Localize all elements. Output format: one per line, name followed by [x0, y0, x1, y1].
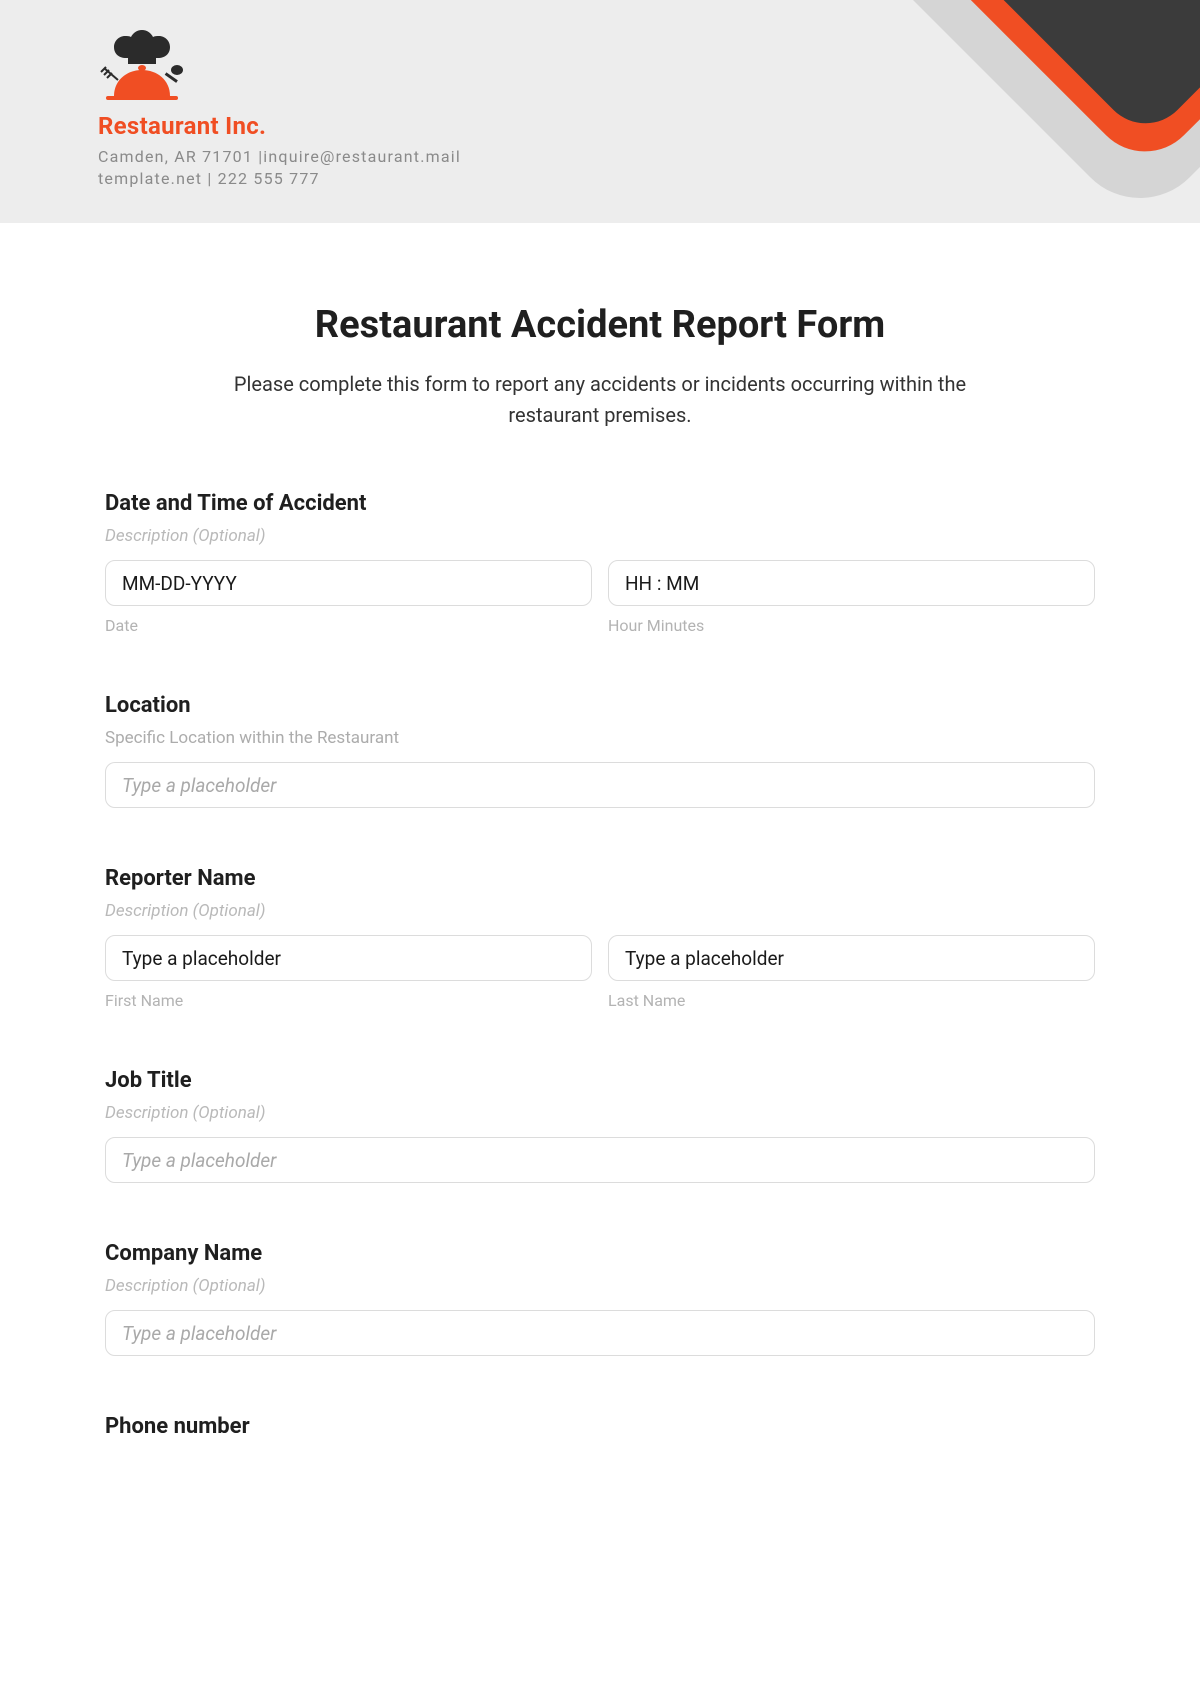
jobtitle-desc: Description (Optional) — [105, 1103, 1095, 1123]
jobtitle-input[interactable] — [105, 1137, 1095, 1183]
section-company: Company Name Description (Optional) — [105, 1241, 1095, 1356]
first-name-input[interactable] — [105, 935, 592, 981]
reporter-desc: Description (Optional) — [105, 901, 1095, 921]
form-intro: Please complete this form to report any … — [220, 369, 980, 431]
company-desc: Description (Optional) — [105, 1276, 1095, 1296]
date-input[interactable] — [105, 560, 592, 606]
reporter-label: Reporter Name — [105, 866, 1095, 891]
section-phone: Phone number — [105, 1414, 1095, 1439]
jobtitle-label: Job Title — [105, 1068, 1095, 1093]
company-address: Camden, AR 71701 |inquire@restaurant.mai… — [98, 146, 461, 168]
time-input[interactable] — [608, 560, 1095, 606]
location-label: Location — [105, 693, 1095, 718]
form-title: Restaurant Accident Report Form — [105, 303, 1095, 347]
section-location: Location Specific Location within the Re… — [105, 693, 1095, 808]
branding: Restaurant Inc. Camden, AR 71701 |inquir… — [98, 28, 461, 191]
time-sublabel: Hour Minutes — [608, 616, 1095, 635]
form-container: Restaurant Accident Report Form Please c… — [0, 223, 1200, 1439]
company-contact: template.net | 222 555 777 — [98, 168, 461, 190]
location-desc: Specific Location within the Restaurant — [105, 728, 1095, 748]
company-input[interactable] — [105, 1310, 1095, 1356]
last-name-input[interactable] — [608, 935, 1095, 981]
first-name-sublabel: First Name — [105, 991, 592, 1010]
location-input[interactable] — [105, 762, 1095, 808]
company-name: Restaurant Inc. — [98, 112, 461, 140]
datetime-desc: Description (Optional) — [105, 526, 1095, 546]
datetime-label: Date and Time of Accident — [105, 491, 1095, 516]
date-sublabel: Date — [105, 616, 592, 635]
section-jobtitle: Job Title Description (Optional) — [105, 1068, 1095, 1183]
company-label: Company Name — [105, 1241, 1095, 1266]
restaurant-logo-icon — [98, 28, 186, 104]
phone-label: Phone number — [105, 1414, 1095, 1439]
section-datetime: Date and Time of Accident Description (O… — [105, 491, 1095, 635]
section-reporter: Reporter Name Description (Optional) Fir… — [105, 866, 1095, 1010]
header-banner: Restaurant Inc. Camden, AR 71701 |inquir… — [0, 0, 1200, 223]
last-name-sublabel: Last Name — [608, 991, 1095, 1010]
